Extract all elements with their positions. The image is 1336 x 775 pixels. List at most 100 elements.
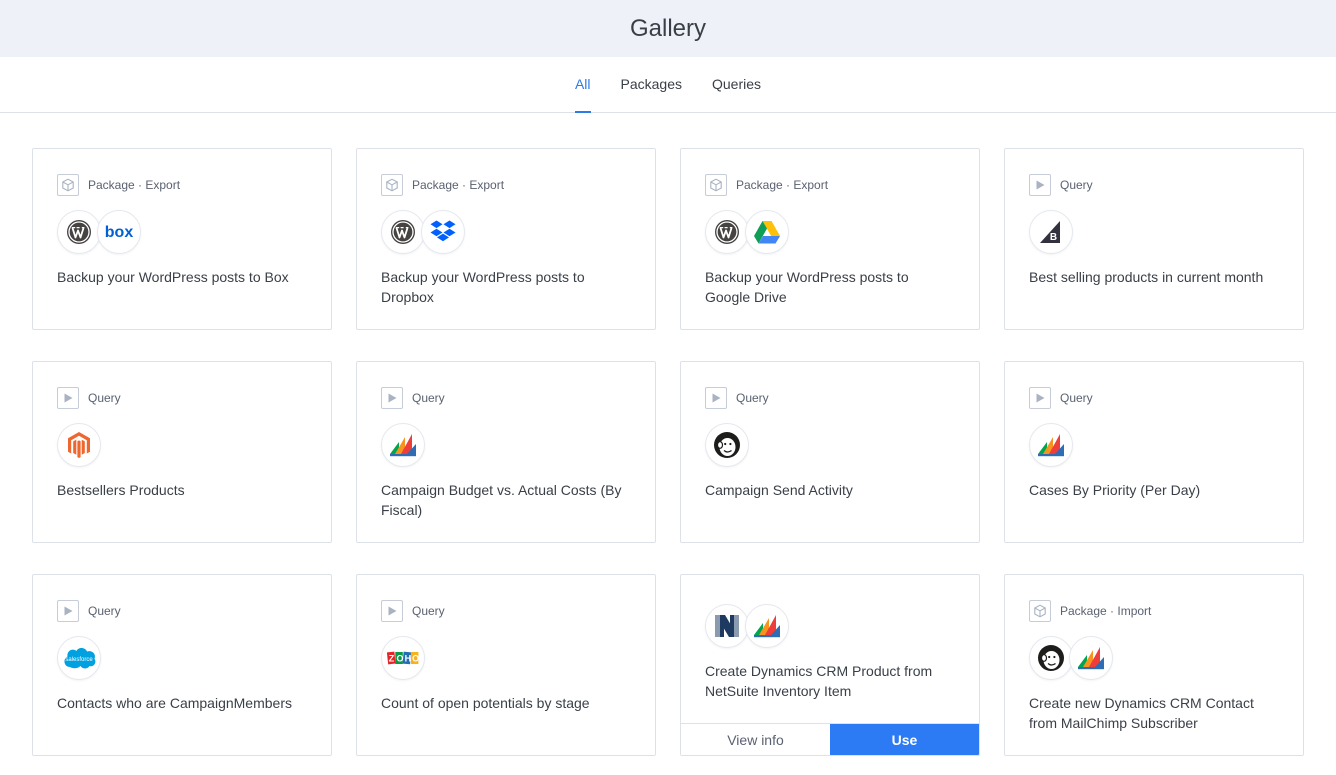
card-title: Best selling products in current month bbox=[1029, 269, 1264, 285]
package-icon bbox=[1029, 600, 1051, 622]
card-type-label: Query bbox=[736, 391, 769, 405]
query-icon bbox=[381, 387, 403, 409]
card-logos bbox=[705, 423, 955, 467]
query-icon bbox=[57, 387, 79, 409]
card-meta: Query bbox=[381, 599, 631, 623]
gallery-card[interactable]: Package · Export Backup your WordPress po… bbox=[680, 148, 980, 330]
svg-text:salesforce: salesforce bbox=[65, 657, 93, 663]
gallery-card[interactable]: Package · Import Create new Dynamics CRM … bbox=[1004, 574, 1304, 756]
card-title: Bestsellers Products bbox=[57, 482, 185, 498]
card-logos bbox=[705, 210, 955, 254]
card-meta: Query bbox=[57, 386, 307, 410]
mailchimp-logo bbox=[1029, 636, 1073, 680]
page-header: Gallery bbox=[0, 0, 1336, 57]
card-title: Create new Dynamics CRM Contact from Mai… bbox=[1029, 695, 1254, 731]
gallery-card[interactable]: Query Campaign Budget vs. Actual Costs (B… bbox=[356, 361, 656, 543]
google-drive-logo bbox=[745, 210, 789, 254]
card-type-label: Query bbox=[412, 391, 445, 405]
card-title: Contacts who are CampaignMembers bbox=[57, 695, 292, 711]
dynamics-crm-logo bbox=[1029, 423, 1073, 467]
card-type-label: Query bbox=[412, 604, 445, 618]
package-icon bbox=[381, 174, 403, 196]
card-title: Count of open potentials by stage bbox=[381, 695, 590, 711]
card-logos bbox=[381, 210, 631, 254]
magento-logo bbox=[57, 423, 101, 467]
gallery-card[interactable]: Query Campaign Send Activity bbox=[680, 361, 980, 543]
card-title: Backup your WordPress posts to Box bbox=[57, 269, 289, 285]
card-title: Create Dynamics CRM Product from NetSuit… bbox=[705, 663, 933, 699]
card-type-label: Query bbox=[1060, 178, 1093, 192]
card-logos: box bbox=[57, 210, 307, 254]
tab-bar: All Packages Queries bbox=[0, 57, 1336, 113]
card-actions: View info Use bbox=[681, 723, 979, 755]
gallery-card[interactable]: Query B Best selling products in current m… bbox=[1004, 148, 1304, 330]
card-title: Backup your WordPress posts to Google Dr… bbox=[705, 269, 909, 305]
query-icon bbox=[1029, 174, 1051, 196]
card-title: Backup your WordPress posts to Dropbox bbox=[381, 269, 585, 305]
svg-text:B: B bbox=[1050, 232, 1057, 243]
gallery-grid: Package · Export box Backup your WordPress… bbox=[32, 148, 1304, 756]
package-icon bbox=[705, 174, 727, 196]
gallery-card[interactable]: Query Cases By Priority (Per Day) bbox=[1004, 361, 1304, 543]
card-meta: Package · Export bbox=[381, 173, 631, 197]
package-icon bbox=[57, 174, 79, 196]
page-title: Gallery bbox=[629, 14, 707, 42]
tab-all[interactable]: All bbox=[574, 57, 591, 113]
card-meta: Query bbox=[705, 386, 955, 410]
zoho-logo: Z OHO bbox=[381, 636, 425, 680]
card-title: Cases By Priority (Per Day) bbox=[1029, 482, 1201, 498]
card-logos bbox=[705, 604, 955, 648]
query-icon bbox=[705, 387, 727, 409]
dropbox-logo bbox=[421, 210, 465, 254]
query-icon bbox=[1029, 387, 1051, 409]
dynamics-crm-logo bbox=[745, 604, 789, 648]
card-logos bbox=[381, 423, 631, 467]
tab-packages[interactable]: Packages bbox=[621, 57, 682, 112]
bigcommerce-logo: B bbox=[1029, 210, 1073, 254]
query-icon bbox=[381, 600, 403, 622]
gallery-card[interactable]: Package · Export box Backup your WordPress… bbox=[32, 148, 332, 330]
netsuite-logo bbox=[705, 604, 749, 648]
card-logos bbox=[1029, 423, 1279, 467]
tab-queries[interactable]: Queries bbox=[712, 57, 761, 112]
mailchimp-logo bbox=[705, 423, 749, 467]
card-meta: Package · Import bbox=[1029, 599, 1279, 623]
gallery-card[interactable]: Query Bestsellers Products bbox=[32, 361, 332, 543]
card-logos: salesforce bbox=[57, 636, 307, 680]
card-meta: Query bbox=[1029, 173, 1279, 197]
wordpress-logo bbox=[705, 210, 749, 254]
card-logos: Z OHO bbox=[381, 636, 631, 680]
salesforce-logo: salesforce bbox=[57, 636, 101, 680]
box-logo: box bbox=[97, 210, 141, 254]
card-meta: Package · Export bbox=[705, 173, 955, 197]
wordpress-logo bbox=[57, 210, 101, 254]
card-type-label: Query bbox=[88, 604, 121, 618]
use-button[interactable]: Use bbox=[830, 724, 979, 755]
card-type-label: Package · Export bbox=[412, 178, 505, 192]
gallery-card[interactable]: Create Dynamics CRM Product from NetSuit… bbox=[680, 574, 980, 756]
dynamics-crm-logo bbox=[1069, 636, 1113, 680]
dynamics-crm-logo bbox=[381, 423, 425, 467]
card-meta: Query bbox=[381, 386, 631, 410]
query-icon bbox=[57, 600, 79, 622]
view-info-button[interactable]: View info bbox=[681, 724, 830, 755]
card-type-label: Query bbox=[88, 391, 121, 405]
gallery-card[interactable]: Query salesforce Contacts who are Campaign… bbox=[32, 574, 332, 756]
card-type-label: Package · Import bbox=[1060, 604, 1152, 618]
svg-text:box: box bbox=[105, 224, 134, 241]
card-logos: B bbox=[1029, 210, 1279, 254]
card-meta: Query bbox=[57, 599, 307, 623]
card-type-label: Package · Export bbox=[88, 178, 181, 192]
card-type-label: Query bbox=[1060, 391, 1093, 405]
card-type-label: Package · Export bbox=[736, 178, 829, 192]
card-logos bbox=[1029, 636, 1279, 680]
svg-text:ZOHO: Z OHO bbox=[389, 654, 419, 664]
card-title: Campaign Budget vs. Actual Costs (By Fis… bbox=[381, 482, 622, 518]
card-title: Campaign Send Activity bbox=[705, 482, 853, 498]
card-meta: Package · Export bbox=[57, 173, 307, 197]
card-meta: Query bbox=[1029, 386, 1279, 410]
wordpress-logo bbox=[381, 210, 425, 254]
gallery-card[interactable]: Query Z OHO Count of open potentials by sta… bbox=[356, 574, 656, 756]
card-logos bbox=[57, 423, 307, 467]
gallery-card[interactable]: Package · Export Backup your WordPress po… bbox=[356, 148, 656, 330]
